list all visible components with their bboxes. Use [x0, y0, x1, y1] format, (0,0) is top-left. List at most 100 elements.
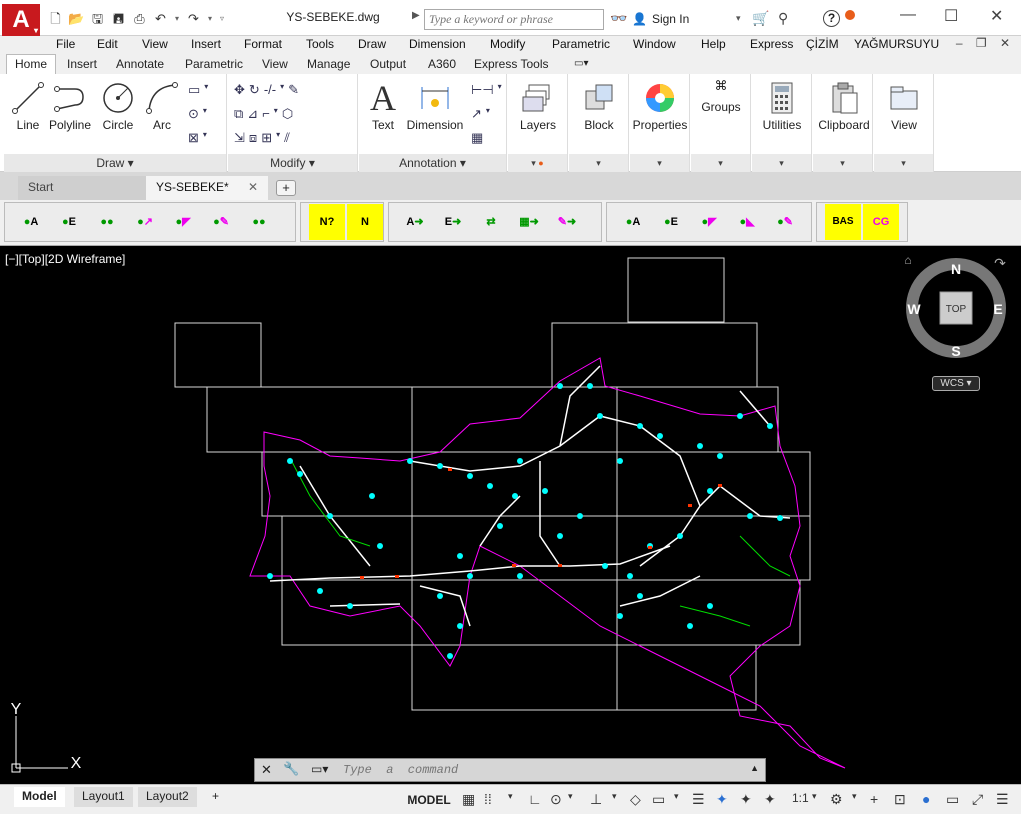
workspace-gear-icon[interactable]: ⚙	[830, 791, 843, 808]
tab-express-tools[interactable]: Express Tools	[474, 56, 548, 72]
link-select-tool[interactable]: ●◣	[729, 204, 765, 240]
search-expand-icon[interactable]: ▶	[412, 10, 420, 21]
explode-icon[interactable]: ⬡	[282, 106, 293, 122]
close-cmd-icon[interactable]: ✕	[261, 762, 272, 778]
a360-icon[interactable]: ⚲	[778, 10, 788, 27]
draw-panel-title[interactable]: Draw ▾	[4, 154, 226, 172]
compass-south[interactable]: S	[951, 343, 960, 359]
arc-button[interactable]: Arc	[144, 78, 180, 132]
menu-file[interactable]: File	[56, 36, 75, 52]
groups-dropdown[interactable]: ▾	[691, 154, 750, 172]
link-edit-tool[interactable]: ●✎	[767, 204, 803, 240]
redo-dropdown-icon[interactable]: ▾	[205, 10, 215, 28]
menu-dimension[interactable]: Dimension	[409, 36, 466, 52]
view-button[interactable]: View	[880, 78, 928, 132]
units-icon[interactable]: ⊡	[894, 791, 906, 808]
block-button[interactable]: Block	[575, 78, 623, 132]
rectangle-icon[interactable]: ▭ ▾	[188, 82, 208, 98]
compass-east[interactable]: E	[993, 301, 1002, 317]
application-menu-button[interactable]: A ▾	[2, 4, 40, 36]
modify-panel-title[interactable]: Modify ▾	[228, 154, 357, 172]
utilities-dropdown[interactable]: ▾	[752, 154, 811, 172]
ellipse-icon[interactable]: ⊙ ▾	[188, 106, 207, 122]
help-icon[interactable]: ?	[823, 10, 840, 27]
new-layout-button[interactable]: +	[204, 787, 227, 807]
drawing-canvas[interactable]: Y X TOP N S W E ⌂ ↷ [−][Top][2D Wirefram…	[0, 246, 1021, 784]
recent-commands-icon[interactable]: ▭▾	[311, 762, 328, 776]
circle-button[interactable]: Circle	[98, 78, 138, 132]
array-icon[interactable]: ⊞	[261, 130, 272, 146]
annotation-panel-title[interactable]: Annotation ▾	[359, 154, 506, 172]
osnap-icon[interactable]: ⊥	[590, 791, 602, 808]
otrack-icon[interactable]: ▭	[652, 791, 665, 808]
minimize-icon[interactable]: —	[900, 6, 916, 24]
autoscale-icon[interactable]: ✦	[740, 791, 752, 808]
cmd-history-icon[interactable]: ▲	[750, 763, 759, 773]
undo-icon[interactable]: ↶	[151, 10, 170, 28]
properties-button[interactable]: Properties	[632, 78, 688, 132]
trim-icon[interactable]: -/-	[264, 82, 276, 98]
customize-status-icon[interactable]: ☰	[996, 791, 1009, 808]
compass-west[interactable]: W	[907, 301, 921, 317]
menu-modify[interactable]: Modify	[490, 36, 525, 52]
menu-express[interactable]: Express	[750, 36, 793, 52]
dimension-button[interactable]: Dimension	[405, 78, 465, 132]
link-a-tool[interactable]: ●A	[615, 204, 651, 240]
command-input[interactable]	[343, 762, 743, 778]
snap-dropdown-icon[interactable]: ▾	[508, 791, 513, 802]
hatch-icon[interactable]: ⊠ ▾	[188, 130, 207, 146]
utilities-button[interactable]: Utilities	[756, 78, 808, 132]
line-button[interactable]: Line	[8, 78, 48, 132]
arrow-e-tool[interactable]: E➜	[435, 204, 471, 240]
block-dropdown[interactable]: ▾	[569, 154, 628, 172]
polar-dropdown-icon[interactable]: ▾	[568, 791, 573, 802]
fullscreen-icon[interactable]: ⤢	[972, 791, 983, 808]
grid-icon[interactable]: ▦	[462, 791, 475, 808]
stretch-icon[interactable]: ⇲	[234, 130, 245, 146]
fillet-icon[interactable]: ⌐	[262, 106, 270, 122]
menu-help[interactable]: Help	[701, 36, 726, 52]
new-tab-button[interactable]: +	[276, 180, 296, 196]
menu-edit[interactable]: Edit	[97, 36, 118, 52]
node-pick-tool[interactable]: ●◤	[165, 204, 201, 240]
view-dropdown[interactable]: ▾	[874, 154, 933, 172]
undo-dropdown-icon[interactable]: ▾	[172, 10, 182, 28]
otrack-dropdown-icon[interactable]: ▾	[674, 791, 679, 802]
node-edit-tool[interactable]: ●✎	[203, 204, 239, 240]
new-file-icon[interactable]: 🗋	[46, 10, 65, 28]
scale-dropdown-icon[interactable]: ▾	[812, 791, 817, 802]
node-e-tool[interactable]: ●E	[51, 204, 87, 240]
viewport-controls-label[interactable]: [−][Top][2D Wireframe]	[5, 252, 125, 266]
menu-format[interactable]: Format	[244, 36, 282, 52]
table-arrow-tool[interactable]: ▦➜	[511, 204, 547, 240]
ortho-icon[interactable]: ∟	[528, 791, 542, 807]
query-n-tool[interactable]: N?	[309, 204, 345, 240]
tab-insert[interactable]: Insert	[67, 56, 97, 72]
menu-window[interactable]: Window	[633, 36, 676, 52]
save-as-icon[interactable]: 🖪	[109, 10, 128, 28]
plus-icon[interactable]: +	[870, 791, 878, 807]
copy-icon[interactable]: ⧉	[234, 106, 243, 122]
tab-a360[interactable]: A360	[428, 56, 456, 72]
menu-cizim[interactable]: ÇİZİM	[806, 36, 839, 52]
redo-icon[interactable]: ↷	[184, 10, 203, 28]
tab-manage[interactable]: Manage	[307, 56, 350, 72]
maximize-icon[interactable]: ☐	[944, 6, 958, 26]
annotation-visibility-icon[interactable]: ✦	[716, 791, 728, 808]
cart-icon[interactable]: 🛒	[752, 10, 769, 27]
lineweight-icon[interactable]: ☰	[692, 791, 705, 808]
polar-icon[interactable]: ⊙	[550, 791, 562, 808]
osnap-dropdown-icon[interactable]: ▾	[612, 791, 617, 802]
layout-tab-layout1[interactable]: Layout1	[74, 787, 133, 807]
erase-icon[interactable]: ✎	[288, 82, 299, 98]
tab-annotate[interactable]: Annotate	[116, 56, 164, 72]
menu-parametric[interactable]: Parametric	[552, 36, 610, 52]
customize-cmd-icon[interactable]: 🔧	[283, 761, 299, 777]
link-pick-tool[interactable]: ●◤	[691, 204, 727, 240]
rotate-view-icon[interactable]: ↷	[994, 255, 1006, 271]
bas-tool[interactable]: BAS	[825, 204, 861, 240]
offset-icon[interactable]: ⫽	[284, 130, 290, 146]
search-input[interactable]	[424, 9, 604, 30]
clipboard-dropdown[interactable]: ▾	[813, 154, 872, 172]
link-e-tool[interactable]: ●E	[653, 204, 689, 240]
